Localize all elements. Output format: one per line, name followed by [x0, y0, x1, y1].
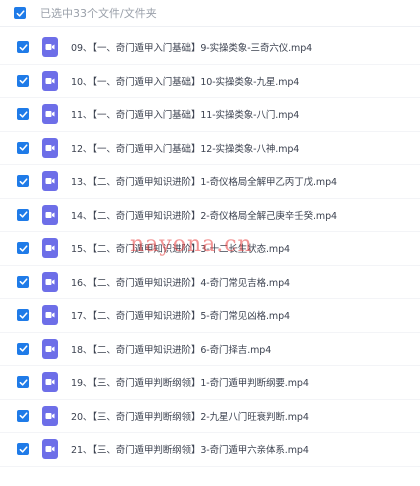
checkmark-icon [19, 345, 28, 352]
file-checkbox[interactable] [17, 376, 29, 389]
file-checkbox[interactable] [17, 309, 29, 322]
file-checkbox[interactable] [17, 208, 29, 221]
file-list: 09、【一、奇门遁甲入门基础】9-实操类象-三奇六仪.mp4 10、【一、奇门遁… [0, 31, 420, 467]
video-file-icon [42, 372, 58, 393]
file-row[interactable]: 14、【二、奇门遁甲知识进阶】2-奇仪格局全解己庚辛壬癸.mp4 [0, 199, 420, 232]
file-name[interactable]: 18、【二、奇门遁甲知识进阶】6-奇门择吉.mp4 [71, 342, 271, 356]
file-row[interactable]: 17、【二、奇门遁甲知识进阶】5-奇门常见凶格.mp4 [0, 299, 420, 333]
file-name[interactable]: 11、【一、奇门遁甲入门基础】11-实操类象-八门.mp4 [71, 107, 299, 121]
file-row[interactable]: 21、【三、奇门遁甲判断纲领】3-奇门遁甲六亲体系.mp4 [0, 433, 420, 467]
file-row[interactable]: 11、【一、奇门遁甲入门基础】11-实操类象-八门.mp4 [0, 98, 420, 132]
file-checkbox[interactable] [17, 175, 29, 188]
video-file-icon [42, 305, 58, 326]
checkmark-icon [19, 245, 28, 252]
selection-count-text: 已选中33个文件/文件夹 [40, 7, 157, 20]
file-checkbox[interactable] [17, 409, 29, 422]
checkmark-icon [19, 211, 28, 218]
file-row[interactable]: 12、【一、奇门遁甲入门基础】12-实操类象-八神.mp4 [0, 132, 420, 165]
video-file-icon [42, 238, 58, 259]
video-file-icon [42, 439, 58, 460]
file-checkbox[interactable] [17, 342, 29, 355]
file-name[interactable]: 12、【一、奇门遁甲入门基础】12-实操类象-八神.mp4 [71, 141, 299, 155]
select-all-checkbox[interactable] [14, 7, 26, 19]
video-file-icon [42, 204, 58, 225]
file-row[interactable]: 16、【二、奇门遁甲知识进阶】4-奇门常见吉格.mp4 [0, 266, 420, 299]
file-name[interactable]: 16、【二、奇门遁甲知识进阶】4-奇门常见吉格.mp4 [71, 275, 290, 289]
file-row[interactable]: 10、【一、奇门遁甲入门基础】10-实操类象-九星.mp4 [0, 65, 420, 98]
video-file-icon [42, 171, 58, 192]
file-name[interactable]: 09、【一、奇门遁甲入门基础】9-实操类象-三奇六仪.mp4 [71, 40, 312, 54]
file-name[interactable]: 20、【三、奇门遁甲判断纲领】2-九星八门旺衰判断.mp4 [71, 409, 309, 423]
file-row[interactable]: 20、【三、奇门遁甲判断纲领】2-九星八门旺衰判断.mp4 [0, 400, 420, 433]
file-checkbox[interactable] [17, 275, 29, 288]
file-checkbox[interactable] [17, 108, 29, 121]
file-checkbox[interactable] [17, 141, 29, 154]
file-row[interactable]: 15、【二、奇门遁甲知识进阶】3-十二长生状态.mp4 [0, 232, 420, 266]
checkmark-icon [19, 144, 28, 151]
file-name[interactable]: 19、【三、奇门遁甲判断纲领】1-奇门遁甲判断纲要.mp4 [71, 375, 309, 389]
video-file-icon [42, 338, 58, 359]
checkmark-icon [19, 77, 28, 84]
video-file-icon [42, 37, 58, 58]
file-checkbox[interactable] [17, 443, 29, 456]
checkmark-icon [19, 278, 28, 285]
checkmark-icon [19, 44, 28, 51]
file-row[interactable]: 13、【二、奇门遁甲知识进阶】1-奇仪格局全解甲乙丙丁戊.mp4 [0, 165, 420, 199]
checkmark-icon [19, 111, 28, 118]
file-name[interactable]: 10、【一、奇门遁甲入门基础】10-实操类象-九星.mp4 [71, 74, 299, 88]
file-checkbox[interactable] [17, 74, 29, 87]
file-checkbox[interactable] [17, 242, 29, 255]
file-name[interactable]: 15、【二、奇门遁甲知识进阶】3-十二长生状态.mp4 [71, 241, 290, 255]
video-file-icon [42, 137, 58, 158]
file-row[interactable]: 09、【一、奇门遁甲入门基础】9-实操类象-三奇六仪.mp4 [0, 31, 420, 65]
file-checkbox[interactable] [17, 41, 29, 54]
file-name[interactable]: 13、【二、奇门遁甲知识进阶】1-奇仪格局全解甲乙丙丁戊.mp4 [71, 174, 337, 188]
video-file-icon [42, 271, 58, 292]
file-list-page: 已选中33个文件/文件夹 09、【一、奇门遁甲入门基础】9-实操类象-三奇六仪.… [0, 0, 420, 486]
checkmark-icon [16, 9, 25, 17]
file-name[interactable]: 17、【二、奇门遁甲知识进阶】5-奇门常见凶格.mp4 [71, 308, 290, 322]
checkmark-icon [19, 446, 28, 453]
video-file-icon [42, 70, 58, 91]
checkmark-icon [19, 178, 28, 185]
checkmark-icon [19, 312, 28, 319]
file-row[interactable]: 18、【二、奇门遁甲知识进阶】6-奇门择吉.mp4 [0, 333, 420, 366]
file-name[interactable]: 21、【三、奇门遁甲判断纲领】3-奇门遁甲六亲体系.mp4 [71, 442, 309, 456]
file-name[interactable]: 14、【二、奇门遁甲知识进阶】2-奇仪格局全解己庚辛壬癸.mp4 [71, 208, 337, 222]
checkmark-icon [19, 379, 28, 386]
checkmark-icon [19, 412, 28, 419]
selection-header: 已选中33个文件/文件夹 [0, 0, 420, 27]
video-file-icon [42, 104, 58, 125]
file-row[interactable]: 19、【三、奇门遁甲判断纲领】1-奇门遁甲判断纲要.mp4 [0, 366, 420, 400]
video-file-icon [42, 405, 58, 426]
